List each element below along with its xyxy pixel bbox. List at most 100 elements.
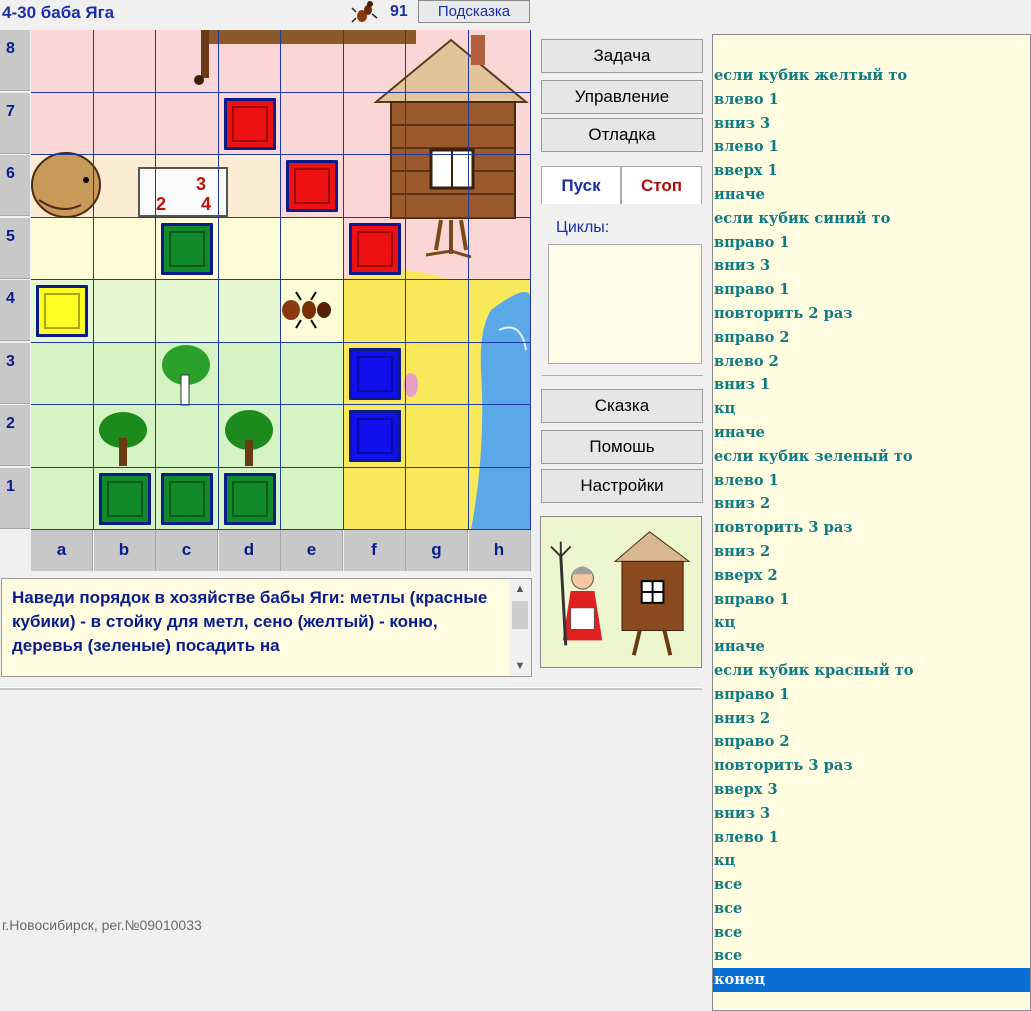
- cell-b3: [93, 342, 156, 405]
- program-line[interactable]: вверх 2: [713, 564, 1030, 588]
- settings-button[interactable]: Настройки: [541, 469, 703, 503]
- program-line[interactable]: иначе: [713, 421, 1030, 445]
- board-grid[interactable]: 3 2 4: [31, 30, 531, 530]
- task-scrollbar[interactable]: ▲ ▼: [509, 579, 531, 676]
- row-label-4: 4: [0, 280, 30, 341]
- program-line[interactable]: вверх 3: [713, 778, 1030, 802]
- program-line[interactable]: вправо 1: [713, 683, 1030, 707]
- col-label-d: d: [218, 530, 281, 571]
- program-line[interactable]: все: [713, 944, 1030, 968]
- program-line[interactable]: вправо 1: [713, 588, 1030, 612]
- cell-d6: [218, 155, 281, 218]
- loops-display: [548, 244, 702, 364]
- help-button[interactable]: Помошь: [541, 430, 703, 464]
- program-line[interactable]: если кубик красный то: [713, 659, 1030, 683]
- program-line[interactable]: вправо 1: [713, 231, 1030, 255]
- ant-icon: [351, 1, 378, 23]
- cell-a3: [31, 342, 94, 405]
- program-line[interactable]: вниз 2: [713, 707, 1030, 731]
- game-board: 87654321 abcdefgh 3 2 4: [0, 30, 531, 571]
- program-line[interactable]: вправо 2: [713, 326, 1030, 350]
- cell-e3: [281, 342, 344, 405]
- program-line[interactable]: влево 1: [713, 88, 1030, 112]
- program-line[interactable]: если кубик зеленый то: [713, 445, 1030, 469]
- tale-button[interactable]: Сказка: [541, 389, 703, 423]
- program-line[interactable]: вниз 1: [713, 373, 1030, 397]
- col-label-f: f: [343, 530, 406, 571]
- cell-e1: [281, 467, 344, 530]
- cell-e4: [281, 280, 344, 343]
- cell-c2: [156, 405, 219, 468]
- cell-g1: [406, 467, 469, 530]
- col-label-g: g: [406, 530, 468, 571]
- program-line[interactable]: вниз 2: [713, 540, 1030, 564]
- row-label-1: 1: [0, 467, 30, 529]
- cell-b7: [93, 92, 156, 155]
- row-label-2: 2: [0, 405, 30, 466]
- cell-b8: [93, 30, 156, 93]
- scroll-thumb[interactable]: [512, 601, 528, 629]
- run-button[interactable]: Пуск: [541, 166, 621, 204]
- cell-h8: [468, 30, 531, 93]
- program-line[interactable]: вверх 1: [713, 159, 1030, 183]
- level-title: 4-30 баба Яга: [2, 3, 115, 22]
- cell-d4: [218, 280, 281, 343]
- program-line[interactable]: кц: [713, 611, 1030, 635]
- row-label-7: 7: [0, 92, 30, 154]
- cell-d8: [218, 30, 281, 93]
- green-cube-d1: [223, 472, 276, 525]
- hint-button[interactable]: Подсказка: [418, 0, 530, 23]
- scroll-down-icon[interactable]: ▼: [509, 656, 531, 676]
- program-line[interactable]: влево 2: [713, 350, 1030, 374]
- program-line[interactable]: все: [713, 873, 1030, 897]
- cell-g4: [406, 280, 469, 343]
- program-line[interactable]: вправо 1: [713, 278, 1030, 302]
- program-line[interactable]: влево 1: [713, 469, 1030, 493]
- cell-c8: [156, 30, 219, 93]
- cell-e7: [281, 92, 344, 155]
- program-line[interactable]: кц: [713, 849, 1030, 873]
- program-line[interactable]: все: [713, 897, 1030, 921]
- program-line[interactable]: конец: [713, 968, 1030, 993]
- score-counter: 91: [390, 3, 408, 20]
- program-line[interactable]: вниз 3: [713, 112, 1030, 136]
- cell-a7: [31, 92, 94, 155]
- program-line[interactable]: повторить 3 раз: [713, 516, 1030, 540]
- program-line[interactable]: вниз 2: [713, 492, 1030, 516]
- cell-h7: [468, 92, 531, 155]
- registration-footer: г.Новосибирск, рег.№09010033: [2, 917, 202, 933]
- cell-a1: [31, 467, 94, 530]
- program-line[interactable]: повторить 2 раз: [713, 302, 1030, 326]
- cell-c7: [156, 92, 219, 155]
- control-button[interactable]: Управление: [541, 80, 703, 114]
- blue-cube-f3: [348, 347, 401, 400]
- program-line[interactable]: повторить 3 раз: [713, 754, 1030, 778]
- program-line[interactable]: вправо 2: [713, 730, 1030, 754]
- cell-h6: [468, 155, 531, 218]
- loops-label: Циклы:: [556, 219, 610, 236]
- program-line[interactable]: кц: [713, 397, 1030, 421]
- cell-g2: [406, 405, 469, 468]
- col-label-a: a: [31, 530, 93, 571]
- cell-b6: [93, 155, 156, 218]
- debug-button[interactable]: Отладка: [541, 118, 703, 152]
- program-line[interactable]: иначе: [713, 183, 1030, 207]
- cell-g6: [406, 155, 469, 218]
- program-line[interactable]: влево 1: [713, 135, 1030, 159]
- cell-g8: [406, 30, 469, 93]
- program-line[interactable]: все: [713, 921, 1030, 945]
- stop-button[interactable]: Стоп: [621, 166, 702, 204]
- row-label-6: 6: [0, 155, 30, 216]
- program-line[interactable]: вниз 3: [713, 802, 1030, 826]
- program-listing[interactable]: если кубик желтый то влево 1 вниз 3 влево 1…: [712, 34, 1031, 1011]
- cell-c4: [156, 280, 219, 343]
- program-line[interactable]: если кубик желтый то: [713, 64, 1030, 88]
- program-line[interactable]: если кубик синий то: [713, 207, 1030, 231]
- red-cube-e6: [286, 160, 338, 212]
- scroll-up-icon[interactable]: ▲: [509, 579, 531, 599]
- cell-g7: [406, 92, 469, 155]
- program-line[interactable]: вниз 3: [713, 254, 1030, 278]
- program-line[interactable]: иначе: [713, 635, 1030, 659]
- program-line[interactable]: влево 1: [713, 826, 1030, 850]
- task-button[interactable]: Задача: [541, 39, 703, 73]
